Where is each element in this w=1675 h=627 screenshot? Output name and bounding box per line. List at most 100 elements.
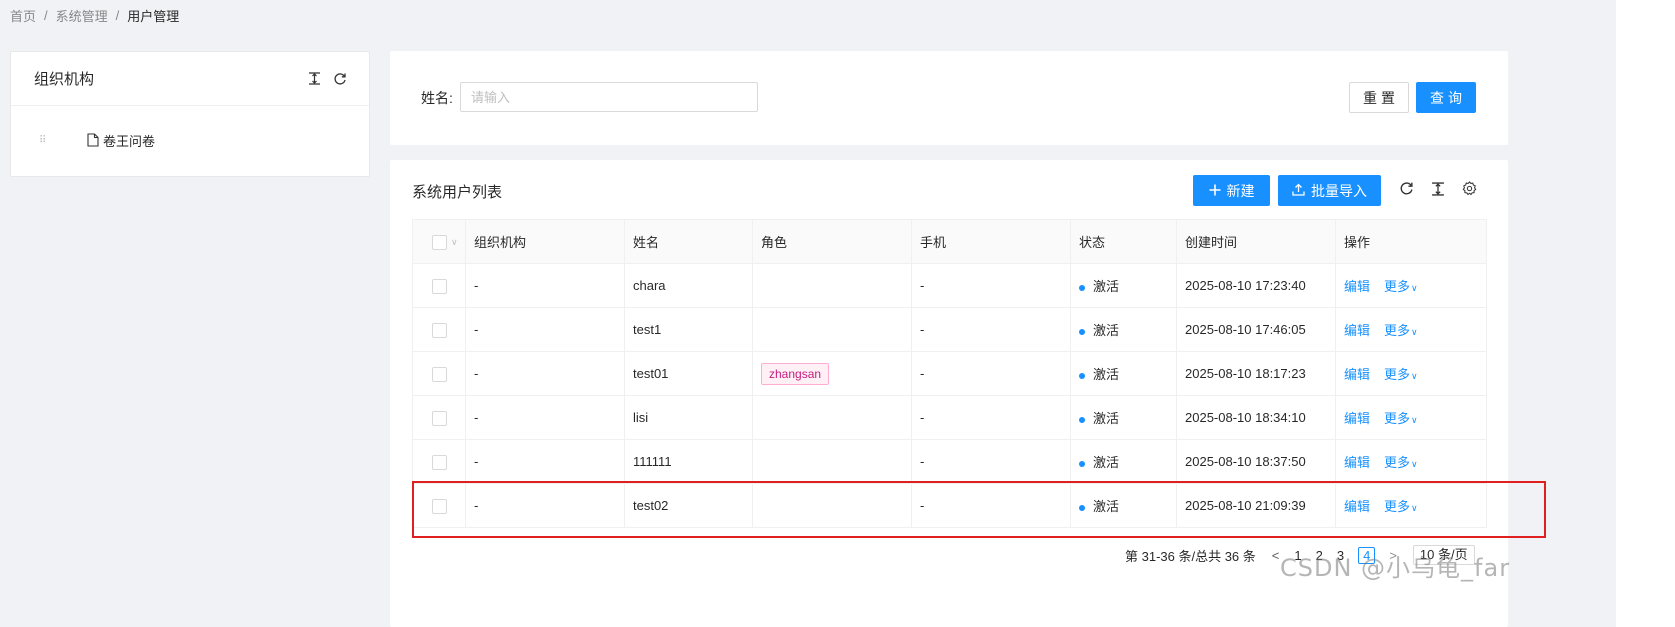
column-header-status: 状态 (1070, 219, 1177, 264)
chevron-down-icon: ∨ (1411, 503, 1418, 513)
column-header-created: 创建时间 (1176, 219, 1336, 264)
page-size-select[interactable]: 10 条/页 (1412, 545, 1475, 565)
more-dropdown[interactable]: 更多∨ (1384, 455, 1418, 470)
settings-icon[interactable] (1462, 181, 1477, 196)
cell-created: 2025-08-10 17:46:05 (1176, 307, 1336, 352)
cell-status: 激活 (1070, 483, 1177, 528)
cell-name: test1 (624, 307, 753, 352)
status-text: 激活 (1093, 499, 1120, 514)
breadcrumb-separator: / (115, 7, 120, 23)
cell-created: 2025-08-10 18:37:50 (1176, 439, 1336, 484)
drag-handle-icon[interactable]: ⠿ (39, 135, 51, 146)
query-button[interactable]: 查询 (1416, 82, 1476, 113)
cell-role (752, 483, 912, 528)
cell-phone: - (911, 439, 1071, 484)
cell-org: - (465, 351, 625, 396)
more-dropdown[interactable]: 更多∨ (1384, 323, 1418, 338)
row-checkbox[interactable] (432, 410, 447, 426)
more-dropdown[interactable]: 更多∨ (1384, 279, 1418, 294)
cell-status: 激活 (1070, 395, 1177, 440)
cell-name: test02 (624, 483, 753, 528)
column-height-icon[interactable] (1431, 181, 1445, 196)
table-row: - test01 zhangsan - 激活 2025-08-10 18:17:23 编辑更… (412, 351, 1487, 396)
column-header-role: 角色 (752, 219, 912, 264)
reset-button[interactable]: 重置 (1349, 82, 1409, 113)
cell-actions: 编辑 更多∨ (1335, 395, 1487, 440)
column-header-org: 组织机构 (465, 219, 625, 264)
page-item-3[interactable]: 3 (1337, 548, 1344, 563)
chevron-down-icon: ∨ (1411, 459, 1418, 469)
row-select-cell (412, 483, 466, 528)
more-dropdown[interactable]: 更多∨ (1384, 367, 1418, 382)
edit-link[interactable]: 编辑 (1344, 499, 1370, 514)
breadcrumb-home[interactable]: 首页 (10, 6, 36, 25)
status-dot-icon (1079, 328, 1085, 335)
cell-name: test01 (624, 351, 753, 396)
row-checkbox[interactable] (432, 322, 447, 338)
name-search-input[interactable] (460, 82, 758, 112)
cell-role (752, 395, 912, 440)
org-tree-card: 组织机构 ⠿ 卷王问卷 (10, 51, 370, 177)
more-label: 更多 (1384, 367, 1411, 382)
cell-status: 激活 (1070, 307, 1177, 352)
cell-phone: - (911, 263, 1071, 308)
row-checkbox[interactable] (432, 366, 447, 382)
cell-phone: - (911, 395, 1071, 440)
table-toolbar (1399, 181, 1477, 196)
page-item-1[interactable]: 1 (1294, 548, 1301, 563)
reload-icon[interactable] (333, 72, 347, 86)
status-dot-icon (1079, 416, 1085, 423)
reload-icon[interactable] (1399, 181, 1414, 196)
cell-status: 激活 (1070, 439, 1177, 484)
status-text: 激活 (1093, 367, 1120, 382)
table-row: - lisi - 激活 2025-08-10 18:34:10 编辑 更多∨ (412, 395, 1487, 440)
page-item-4-active[interactable]: 4 (1358, 546, 1376, 564)
status-dot-icon (1079, 372, 1085, 379)
batch-import-button[interactable]: 批量导入 (1278, 175, 1381, 206)
table-header-row: ∨ 组织机构 姓名 角色 手机 状态 创建时间 操作 (412, 219, 1487, 264)
select-all-checkbox[interactable] (432, 234, 447, 250)
tree-node[interactable]: ⠿ 卷王问卷 (39, 130, 155, 150)
cell-status: 激活 (1070, 263, 1177, 308)
more-dropdown[interactable]: 更多∨ (1384, 411, 1418, 426)
cell-actions: 编辑 更多∨ (1335, 483, 1487, 528)
cell-status: 激活 (1070, 351, 1177, 396)
cell-name: chara (624, 263, 753, 308)
chevron-right-icon[interactable]: > (1389, 548, 1397, 563)
breadcrumb-separator: / (44, 7, 48, 23)
row-checkbox[interactable] (432, 278, 447, 294)
pagination: 第 31-36 条/总共 36 条 < 1 2 3 4 > 10 条/页 (1125, 545, 1475, 565)
page-item-2[interactable]: 2 (1316, 548, 1323, 563)
cell-actions: 编辑 更多∨ (1335, 351, 1487, 396)
row-checkbox[interactable] (432, 498, 447, 514)
edit-link[interactable]: 编辑 (1344, 279, 1370, 294)
chevron-down-icon: ∨ (1411, 371, 1418, 381)
cell-org: - (465, 483, 625, 528)
cell-phone: - (911, 307, 1071, 352)
breadcrumb-system[interactable]: 系统管理 (56, 6, 108, 25)
cell-org: - (465, 307, 625, 352)
role-tag: zhangsan (761, 362, 830, 385)
row-select-cell (412, 307, 466, 352)
chevron-left-icon[interactable]: < (1272, 548, 1280, 563)
name-field-label: 姓名: (421, 90, 453, 106)
edit-link[interactable]: 编辑 (1344, 323, 1370, 338)
edit-link[interactable]: 编辑 (1344, 455, 1370, 470)
column-header-name: 姓名 (624, 219, 753, 264)
cell-created: 2025-08-10 18:34:10 (1176, 395, 1336, 440)
cell-phone: - (911, 483, 1071, 528)
chevron-down-icon[interactable]: ∨ (451, 237, 458, 247)
more-label: 更多 (1384, 455, 1411, 470)
edit-link[interactable]: 编辑 (1344, 411, 1370, 426)
table-row: -111111- 激活 2025-08-10 18:37:50 编辑 更多∨ (412, 439, 1487, 484)
breadcrumb-current: 用户管理 (127, 8, 180, 24)
cell-phone: - (911, 351, 1071, 396)
cell-role (752, 307, 912, 352)
new-user-button[interactable]: 新建 (1193, 175, 1270, 206)
org-tree-header: 组织机构 (11, 52, 369, 106)
row-checkbox[interactable] (432, 454, 447, 470)
more-dropdown[interactable]: 更多∨ (1384, 499, 1418, 514)
edit-link[interactable]: 编辑 (1344, 367, 1370, 382)
column-height-icon[interactable] (308, 72, 321, 85)
org-tree-tools (308, 72, 347, 86)
